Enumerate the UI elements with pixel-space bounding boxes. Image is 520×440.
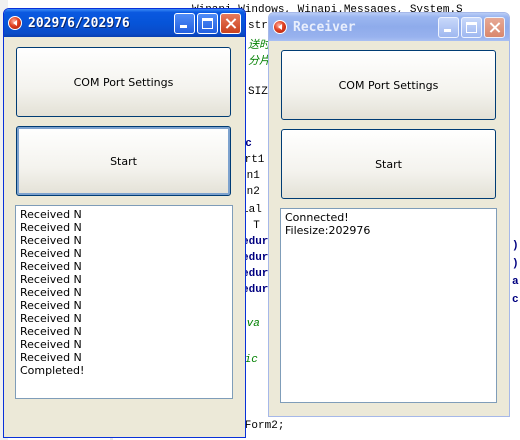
log-line: Received N [20, 286, 82, 299]
log-line: Received N [20, 273, 82, 286]
receiver-window-title: Receiver [293, 19, 356, 35]
close-button[interactable] [220, 12, 241, 34]
code-fragment: ) [512, 258, 519, 270]
log-line: Received N [20, 247, 82, 260]
minimize-button[interactable] [438, 16, 459, 38]
minimize-icon [180, 24, 187, 28]
start-button[interactable]: Start [281, 129, 496, 199]
app-icon[interactable] [273, 20, 287, 34]
maximize-icon [466, 21, 477, 33]
close-button[interactable] [484, 16, 505, 38]
log-line: Received N [20, 208, 82, 221]
log-line: Received N [20, 299, 82, 312]
app-icon[interactable] [8, 16, 22, 30]
log-line: Filesize:202976 [285, 224, 371, 237]
log-line: Received N [20, 260, 82, 273]
log-line: Connected! [285, 211, 349, 224]
log-line: Received N [20, 312, 82, 325]
sender-window-title: 202976/202976 [28, 15, 130, 31]
maximize-button[interactable] [461, 16, 482, 38]
minimize-button[interactable] [174, 12, 195, 34]
com-port-settings-button[interactable]: COM Port Settings [281, 50, 496, 120]
code-line: 送时 [248, 40, 270, 52]
sender-log-listbox[interactable]: Received N Received N Received N Received N… [15, 205, 233, 399]
start-button[interactable]: Start [16, 126, 231, 196]
maximize-icon [202, 17, 213, 29]
log-line: Completed! [20, 364, 85, 377]
receiver-log-listbox[interactable]: Connected! Filesize:202976 [280, 208, 497, 403]
log-line: Received N [20, 325, 82, 338]
log-line: Received N [20, 234, 82, 247]
receiver-titlebar[interactable]: Receiver [269, 13, 509, 41]
log-line: Received N [20, 221, 82, 234]
sender-titlebar[interactable]: 202976/202976 [4, 9, 245, 37]
maximize-button[interactable] [197, 12, 218, 34]
code-fragment: c [512, 294, 519, 306]
log-line: Received N [20, 351, 82, 364]
minimize-icon [444, 28, 451, 32]
code-fragment: ) [512, 240, 519, 252]
log-line: Received N [20, 338, 82, 351]
code-line: 分片 [248, 56, 270, 68]
com-port-settings-button[interactable]: COM Port Settings [16, 47, 231, 117]
sender-window[interactable]: 202976/202976 COM Port Settings Start Re… [3, 8, 246, 438]
receiver-window[interactable]: Receiver COM Port Settings Start Connect… [268, 12, 510, 417]
code-fragment: a [512, 276, 519, 288]
